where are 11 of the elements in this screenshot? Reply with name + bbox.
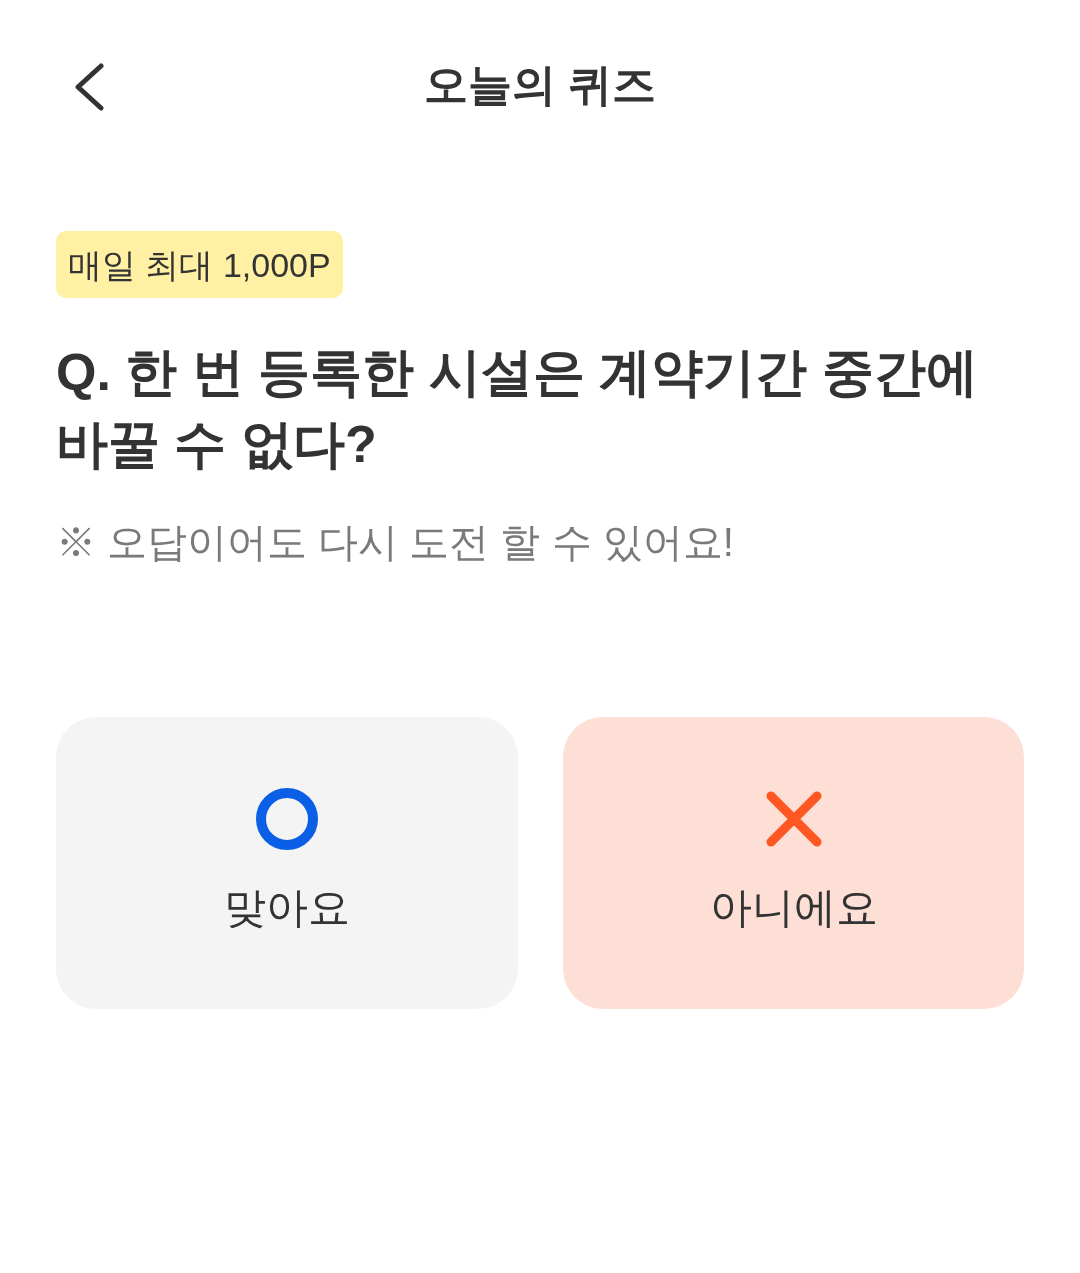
- answer-button[interactable]: 맞아요: [56, 717, 518, 1009]
- retry-note: ※ 오답이어도 다시 도전 할 수 있어요!: [56, 519, 734, 566]
- question-text: Q. 한 번 등록한 시설은 계약기간 중간에 바꿀 수 없다?: [56, 342, 979, 475]
- page-title: 오늘의 퀴즈: [423, 63, 657, 107]
- reward-badge: 매일 최대 1,000P: [56, 231, 343, 298]
- answer-label: 아니에요: [709, 887, 878, 929]
- circle-icon: [256, 788, 318, 850]
- answer-button[interactable]: 아니에요: [563, 717, 1024, 1009]
- cross-icon: [765, 791, 822, 847]
- back-icon: [74, 63, 104, 111]
- answer-label: 맞아요: [224, 887, 350, 929]
